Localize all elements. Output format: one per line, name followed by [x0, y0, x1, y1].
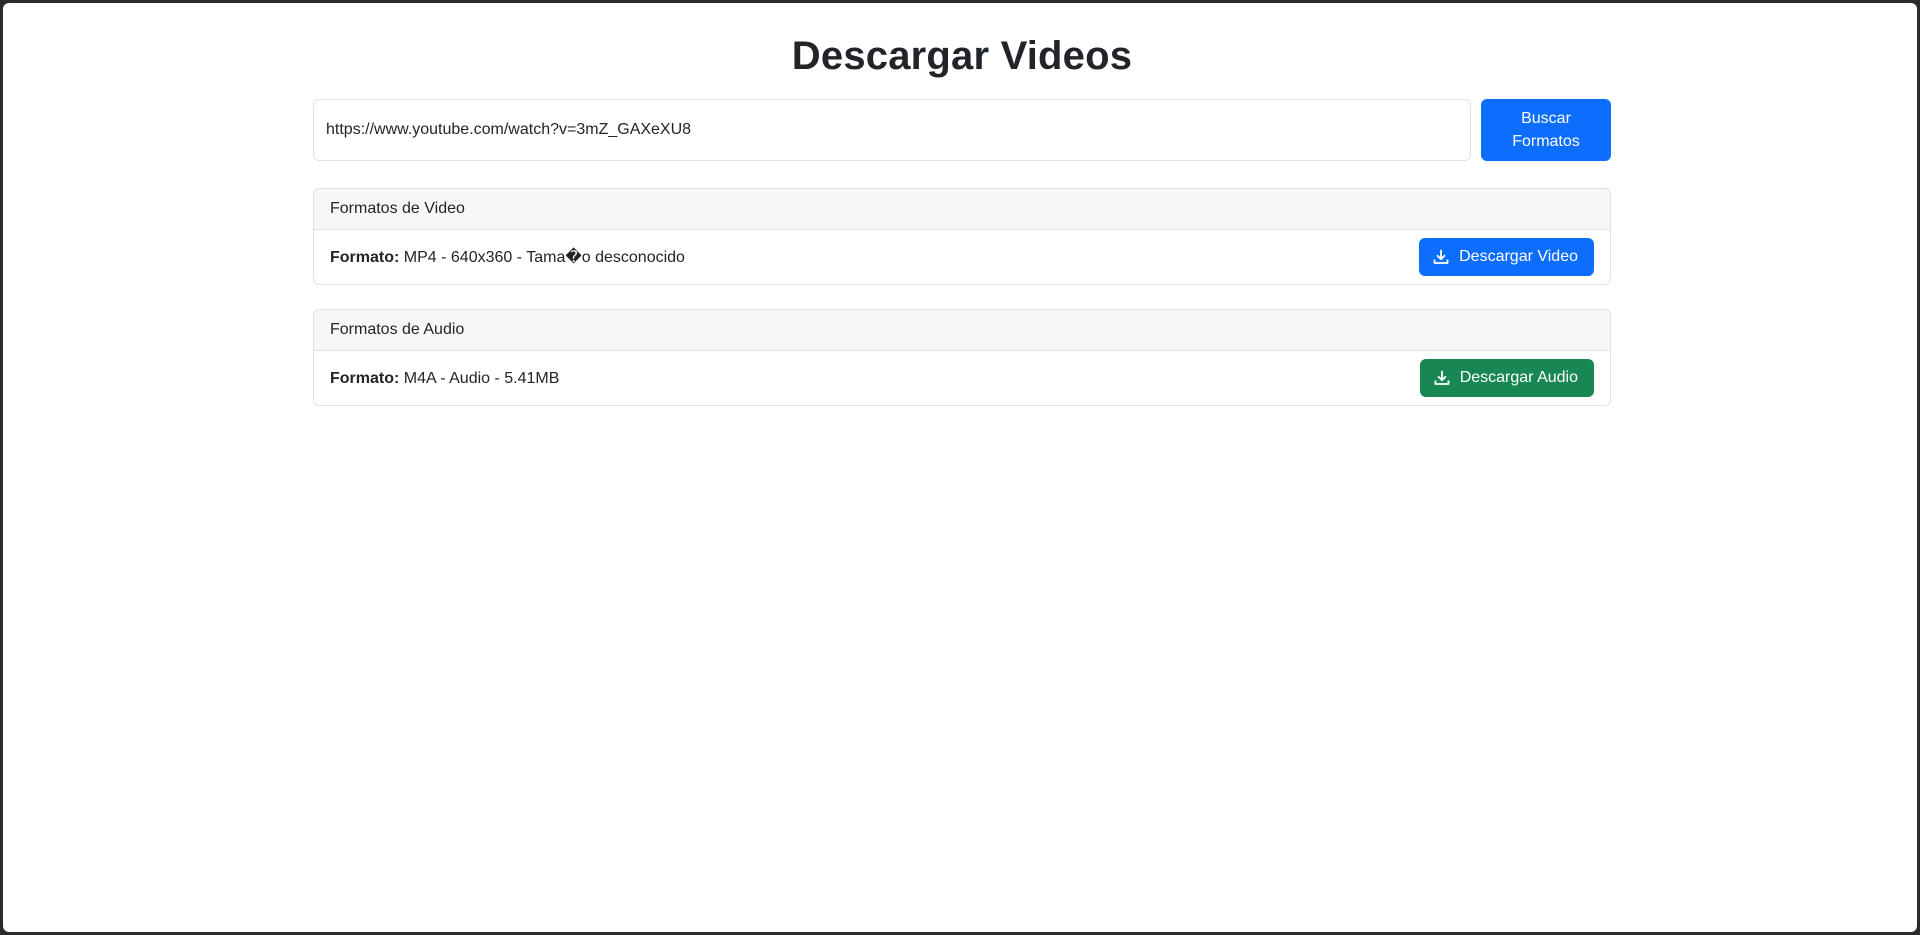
search-formats-button[interactable]: Buscar Formatos	[1481, 99, 1611, 161]
download-icon	[1433, 249, 1449, 265]
video-format-text: Formato: MP4 - 640x360 - Tama�o desconoc…	[330, 230, 685, 284]
audio-format-row: Formato: M4A - Audio - 5.41MB Descargar …	[314, 351, 1610, 405]
search-row: Buscar Formatos	[313, 99, 1611, 161]
audio-format-value: M4A - Audio - 5.41MB	[403, 370, 560, 387]
audio-formats-header: Formatos de Audio	[314, 310, 1610, 351]
download-video-button[interactable]: Descargar Video	[1419, 238, 1594, 276]
video-formats-card: Formatos de Video Formato: MP4 - 640x360…	[313, 188, 1611, 285]
audio-format-label: Formato:	[330, 370, 400, 387]
download-audio-label: Descargar Audio	[1459, 369, 1578, 386]
audio-format-text: Formato: M4A - Audio - 5.41MB	[330, 351, 560, 405]
browser-window: Descargar Videos Buscar Formatos Formato…	[3, 3, 1917, 932]
download-icon	[1434, 370, 1450, 386]
url-input[interactable]	[313, 99, 1471, 161]
page-title: Descargar Videos	[791, 34, 1133, 78]
download-video-label: Descargar Video	[1459, 248, 1578, 265]
video-format-row: Formato: MP4 - 640x360 - Tama�o desconoc…	[314, 230, 1610, 284]
audio-formats-card: Formatos de Audio Formato: M4A - Audio -…	[313, 309, 1611, 406]
video-formats-header: Formatos de Video	[314, 189, 1610, 230]
video-format-label: Formato:	[330, 249, 400, 266]
video-format-value: MP4 - 640x360 - Tama�o desconocido	[403, 249, 685, 266]
download-audio-button[interactable]: Descargar Audio	[1419, 359, 1594, 397]
